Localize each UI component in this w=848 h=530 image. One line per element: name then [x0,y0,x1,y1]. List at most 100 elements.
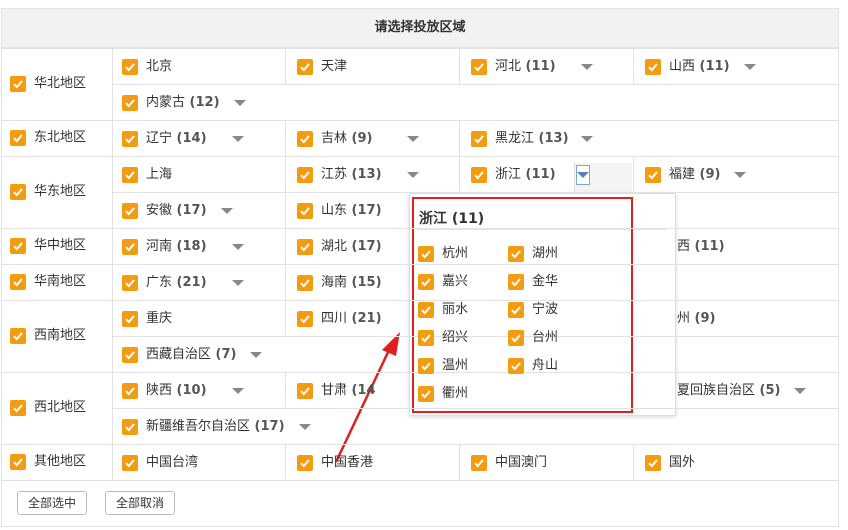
province-label[interactable]: 新疆维吾尔自治区 (17) [146,419,285,435]
province-checkbox[interactable] [122,275,138,291]
city-label[interactable]: 嘉兴 [442,274,468,290]
city-label[interactable]: 杭州 [442,246,468,262]
province-checkbox[interactable] [122,239,138,255]
province-label[interactable]: 四川 (21) [321,311,382,327]
province-checkbox[interactable] [297,59,313,75]
province-label[interactable]: 安徽 (17) [146,203,207,219]
city-label[interactable]: 丽水 [442,302,468,318]
chevron-down-icon[interactable] [734,172,747,178]
region-label[interactable]: 其他地区 [34,454,86,470]
city-label[interactable]: 绍兴 [442,330,468,346]
region-checkbox[interactable] [10,400,26,416]
select-all-button[interactable]: 全部选中 [17,491,87,515]
province-label[interactable]: 山东 (17) [321,203,382,219]
province-label[interactable]: 浙江 (11) [495,167,556,183]
province-label[interactable]: 福建 (9) [669,167,720,183]
province-checkbox[interactable] [297,275,313,291]
province-checkbox[interactable] [297,311,313,327]
chevron-down-icon[interactable] [743,64,756,70]
province-checkbox[interactable] [297,203,313,219]
chevron-down-icon[interactable] [298,424,311,430]
province-label[interactable]: 山西 (11) [669,59,730,75]
province-label[interactable]: 辽宁 (14) [146,131,207,147]
city-label[interactable]: 温州 [442,358,468,374]
province-checkbox[interactable] [122,95,138,111]
province-checkbox[interactable] [297,239,313,255]
province-checkbox[interactable] [471,131,487,147]
province-label[interactable]: 广东 (21) [146,275,207,291]
region-checkbox[interactable] [10,328,26,344]
province-label[interactable]: 吉林 (9) [321,131,372,147]
province-checkbox[interactable] [122,419,138,435]
province-checkbox[interactable] [122,131,138,147]
chevron-down-icon[interactable] [232,244,244,250]
province-label[interactable]: 西藏自治区 (7) [146,347,236,363]
chevron-down-icon[interactable] [250,352,263,358]
province-label[interactable]: 黑龙江 (13) [495,131,569,147]
region-checkbox[interactable] [10,184,26,200]
city-checkbox[interactable] [508,302,524,318]
province-label[interactable]: 中国澳门 [495,455,547,471]
region-label[interactable]: 东北地区 [34,130,86,146]
region-checkbox[interactable] [10,130,26,146]
city-checkbox[interactable] [418,330,434,346]
province-label[interactable]: 西 (11) [677,239,725,255]
chevron-down-icon[interactable] [232,388,244,394]
province-label[interactable]: 江苏 (13) [321,167,382,183]
province-label[interactable]: 海南 (15) [321,275,382,291]
province-checkbox[interactable] [297,167,313,183]
chevron-down-icon[interactable] [581,136,593,142]
province-label[interactable]: 甘肃 (14 [321,383,376,399]
city-checkbox[interactable] [418,274,434,290]
city-label[interactable]: 台州 [532,330,558,346]
province-label[interactable]: 陕西 (10) [146,383,207,399]
region-label[interactable]: 西北地区 [34,400,86,416]
city-label[interactable]: 金华 [532,274,558,290]
city-checkbox[interactable] [508,358,524,374]
province-label[interactable]: 湖北 (17) [321,239,382,255]
city-checkbox[interactable] [508,246,524,262]
province-checkbox[interactable] [645,455,661,471]
chevron-down-icon[interactable] [233,100,246,106]
province-checkbox[interactable] [122,455,138,471]
province-label[interactable]: 州 (9) [677,311,715,327]
province-checkbox[interactable] [297,455,313,471]
province-checkbox[interactable] [122,347,138,363]
zhejiang-dropdown-toggle[interactable] [576,165,590,185]
province-label[interactable]: 北京 [146,59,172,75]
city-label[interactable]: 舟山 [532,358,558,374]
province-checkbox[interactable] [645,59,661,75]
region-checkbox[interactable] [10,76,26,92]
chevron-down-icon[interactable] [407,172,419,178]
city-checkbox[interactable] [418,358,434,374]
region-label[interactable]: 西南地区 [34,328,86,344]
chevron-down-icon[interactable] [581,64,593,70]
chevron-down-icon[interactable] [794,388,807,394]
province-checkbox[interactable] [122,311,138,327]
province-checkbox[interactable] [122,203,138,219]
region-checkbox[interactable] [10,238,26,254]
chevron-down-icon[interactable] [232,136,244,142]
province-label[interactable]: 河北 (11) [495,59,556,75]
province-label[interactable]: 国外 [669,455,695,471]
region-label[interactable]: 华中地区 [34,238,86,254]
city-checkbox[interactable] [508,330,524,346]
region-label[interactable]: 华南地区 [34,274,86,290]
city-label[interactable]: 宁波 [532,302,558,318]
city-label[interactable]: 衢州 [442,386,468,402]
province-checkbox[interactable] [471,455,487,471]
province-checkbox[interactable] [297,131,313,147]
city-checkbox[interactable] [418,246,434,262]
province-checkbox[interactable] [297,383,313,399]
province-checkbox[interactable] [471,167,487,183]
city-checkbox[interactable] [418,386,434,402]
province-label[interactable]: 夏回族自治区 (5) [677,383,780,399]
province-label[interactable]: 重庆 [146,311,172,327]
province-label[interactable]: 内蒙古 (12) [146,95,220,111]
region-checkbox[interactable] [10,274,26,290]
chevron-down-icon[interactable] [220,208,233,214]
city-checkbox[interactable] [508,274,524,290]
province-label[interactable]: 天津 [321,59,347,75]
province-checkbox[interactable] [122,167,138,183]
city-label[interactable]: 湖州 [532,246,558,262]
